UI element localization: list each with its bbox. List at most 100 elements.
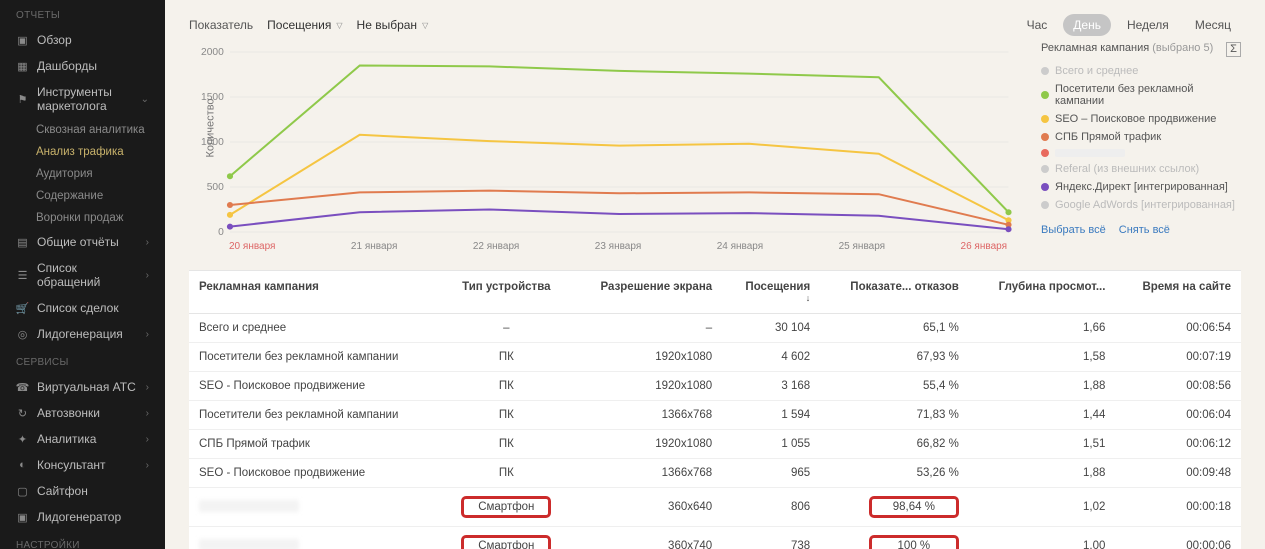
chart: Количество 0500100015002000 20 января21 …	[189, 42, 1029, 262]
sidebar-item[interactable]: ▤Общие отчёты›	[0, 229, 165, 255]
sidebar-item[interactable]: ▦Дашборды	[0, 53, 165, 79]
sidebar-item[interactable]: ✦Аналитика›	[0, 426, 165, 452]
table-cell: Посетители без рекламной кампании	[189, 401, 443, 430]
legend-item[interactable]	[1041, 146, 1241, 160]
table-cell: 1,66	[969, 314, 1116, 343]
sidebar-item[interactable]: ▣Обзор	[0, 27, 165, 53]
legend-item[interactable]: СПБ Прямой трафик	[1041, 128, 1241, 146]
chevron-icon: ›	[146, 434, 149, 445]
sidebar-item[interactable]: ⚑Инструменты маркетолога⌄	[0, 79, 165, 119]
legend-item[interactable]: SEO – Поисковое продвижение	[1041, 110, 1241, 128]
time-btn-Месяц[interactable]: Месяц	[1185, 14, 1241, 36]
legend-title: Рекламная кампания (выбрано 5) Σ	[1041, 42, 1241, 54]
sidebar-item-label: Сайтфон	[37, 484, 149, 498]
table-cell: 67,93 %	[820, 343, 969, 372]
legend-color-dot	[1041, 91, 1049, 99]
sidebar-item[interactable]: 🛒Список сделок	[0, 295, 165, 321]
table-cell: 55,4 %	[820, 372, 969, 401]
table-row[interactable]: СПБ Прямой трафикПК1920x10801 05566,82 %…	[189, 430, 1241, 459]
sidebar-icon: ▣	[16, 34, 29, 47]
redacted-cell	[199, 500, 299, 512]
table-cell: 53,26 %	[820, 459, 969, 488]
legend-item[interactable]: Посетители без рекламной кампании	[1041, 80, 1241, 110]
legend-item[interactable]: Яндекс.Директ [интегрированная]	[1041, 178, 1241, 196]
table-cell: 1,51	[969, 430, 1116, 459]
table-header[interactable]: Разрешение экрана	[570, 271, 722, 314]
sidebar-subitem[interactable]: Анализ трафика	[0, 141, 165, 163]
time-btn-День[interactable]: День	[1063, 14, 1111, 36]
sidebar-item[interactable]: ☰Список обращений›	[0, 255, 165, 295]
chart-y-axis-label: Количество	[205, 98, 217, 157]
legend-item[interactable]: Всего и среднее	[1041, 62, 1241, 80]
sidebar-item[interactable]: ↻Автозвонки›	[0, 400, 165, 426]
sidebar-item[interactable]: ▣Лидогенератор	[0, 504, 165, 530]
legend-item-label: Google AdWords [интегрированная]	[1055, 199, 1235, 211]
legend-color-dot	[1041, 149, 1049, 157]
sidebar-item-label: Общие отчёты	[37, 235, 138, 249]
table-row[interactable]: SEO - Поисковое продвижениеПК1366x768965…	[189, 459, 1241, 488]
legend-color-dot	[1041, 165, 1049, 173]
table-cell: 30 104	[722, 314, 820, 343]
redacted-cell	[199, 539, 299, 549]
sidebar-icon: ▣	[16, 511, 29, 524]
table-cell: 1920x1080	[570, 430, 722, 459]
sidebar-item[interactable]: ◎Лидогенерация›	[0, 321, 165, 347]
chart-series-line	[230, 135, 1009, 221]
table-cell: 00:09:48	[1115, 459, 1241, 488]
legend-panel: Рекламная кампания (выбрано 5) Σ Всего и…	[1041, 42, 1241, 262]
table-cell: ПК	[443, 372, 570, 401]
data-table: Рекламная кампанияТип устройстваРазрешен…	[189, 270, 1241, 549]
table-header[interactable]: Время на сайте	[1115, 271, 1241, 314]
table-cell: Всего и среднее	[189, 314, 443, 343]
sigma-button[interactable]: Σ	[1226, 42, 1241, 57]
table-cell: 1,88	[969, 372, 1116, 401]
legend-item-label: Посетители без рекламной кампании	[1055, 83, 1241, 107]
metric-value-2: Не выбран	[357, 18, 418, 32]
time-btn-Неделя[interactable]: Неделя	[1117, 14, 1179, 36]
sidebar-subitem[interactable]: Воронки продаж	[0, 207, 165, 229]
sidebar-item-label: Лидогенерация	[37, 327, 138, 341]
table-cell: 1,58	[969, 343, 1116, 372]
sidebar-item[interactable]: ☎Виртуальная АТС›	[0, 374, 165, 400]
sidebar-icon: ☎	[16, 381, 29, 394]
table-row[interactable]: Смартфон360x740738100 %1,0000:00:06	[189, 527, 1241, 549]
metric-dropdown-1[interactable]: Посещения ▽	[267, 18, 342, 32]
legend-item[interactable]: Google AdWords [интегрированная]	[1041, 196, 1241, 214]
metric-dropdown-2[interactable]: Не выбран ▽	[357, 18, 429, 32]
legend-item[interactable]: Referal (из внешних ссылок)	[1041, 160, 1241, 178]
sidebar-item-label: Консультант	[37, 458, 138, 472]
table-header[interactable]: Глубина просмот...	[969, 271, 1116, 314]
table-header[interactable]: Показате... отказов	[820, 271, 969, 314]
table-row[interactable]: Посетители без рекламной кампанииПК1366x…	[189, 401, 1241, 430]
sidebar-subitem[interactable]: Аудитория	[0, 163, 165, 185]
legend-color-dot	[1041, 115, 1049, 123]
svg-text:2000: 2000	[201, 47, 224, 58]
table-row[interactable]: Смартфон360x64080698,64 %1,0200:00:18	[189, 488, 1241, 527]
table-cell: ПК	[443, 430, 570, 459]
sidebar-subitem[interactable]: Сквозная аналитика	[0, 119, 165, 141]
table-header[interactable]: Посещения↓	[722, 271, 820, 314]
table-cell: 66,82 %	[820, 430, 969, 459]
table-cell: SEO - Поисковое продвижение	[189, 459, 443, 488]
sidebar-item-label: Автозвонки	[37, 406, 138, 420]
sidebar-icon: 🛒	[16, 302, 29, 315]
sidebar-subitem[interactable]: Содержание	[0, 185, 165, 207]
sidebar-item-label: Инструменты маркетолога	[37, 85, 133, 113]
table-cell: 360x640	[570, 488, 722, 527]
legend-clear-all[interactable]: Снять всё	[1119, 224, 1170, 236]
table-cell: 1920x1080	[570, 372, 722, 401]
table-header[interactable]: Рекламная кампания	[189, 271, 443, 314]
table-row[interactable]: Всего и среднее––30 10465,1 %1,6600:06:5…	[189, 314, 1241, 343]
chevron-icon: ›	[146, 270, 149, 281]
sidebar-item[interactable]: ◐Консультант›	[0, 452, 165, 478]
sidebar-icon: ⚑	[16, 93, 29, 106]
chevron-icon: ›	[146, 408, 149, 419]
legend-color-dot	[1041, 133, 1049, 141]
table-header[interactable]: Тип устройства	[443, 271, 570, 314]
sidebar-item[interactable]: ▢Сайтфон	[0, 478, 165, 504]
legend-select-all[interactable]: Выбрать всё	[1041, 224, 1106, 236]
table-row[interactable]: Посетители без рекламной кампанииПК1920x…	[189, 343, 1241, 372]
table-row[interactable]: SEO - Поисковое продвижениеПК1920x10803 …	[189, 372, 1241, 401]
time-btn-Час[interactable]: Час	[1017, 14, 1058, 36]
table-cell: 100 %	[820, 527, 969, 549]
